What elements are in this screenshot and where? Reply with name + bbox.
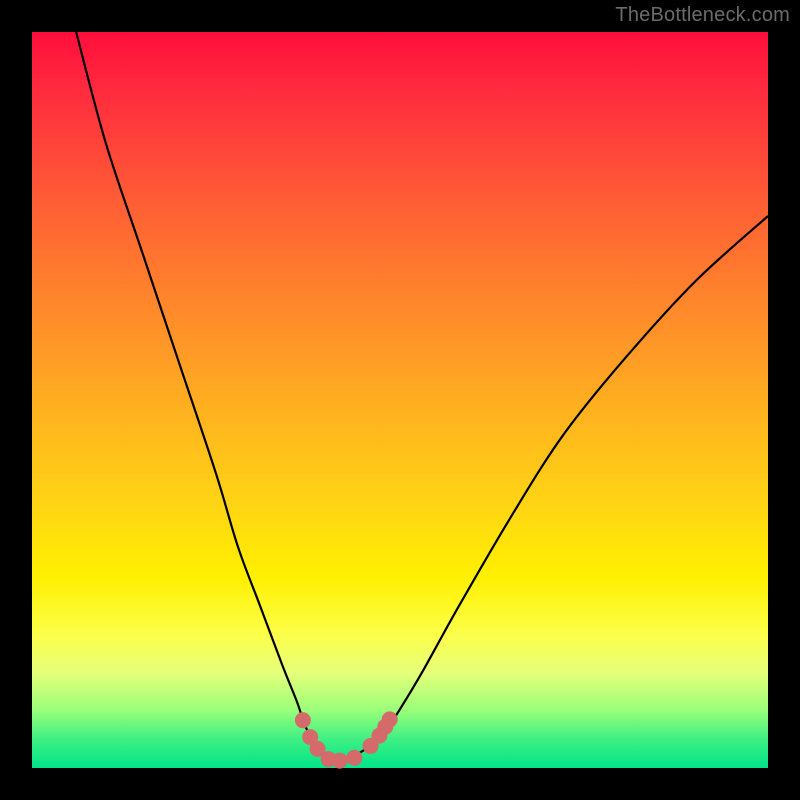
highlight-marker-dot <box>346 750 362 766</box>
plot-area <box>32 32 768 768</box>
curve-layer <box>32 32 768 768</box>
watermark-label: TheBottleneck.com <box>615 4 790 27</box>
bottleneck-curve <box>76 32 768 761</box>
chart-frame: TheBottleneck.com <box>0 0 800 800</box>
highlight-markers <box>295 711 398 768</box>
highlight-marker-dot <box>295 712 311 728</box>
bottleneck-curve-path <box>76 32 768 761</box>
highlight-marker-dot <box>382 711 398 727</box>
highlight-marker-dot <box>332 753 348 769</box>
